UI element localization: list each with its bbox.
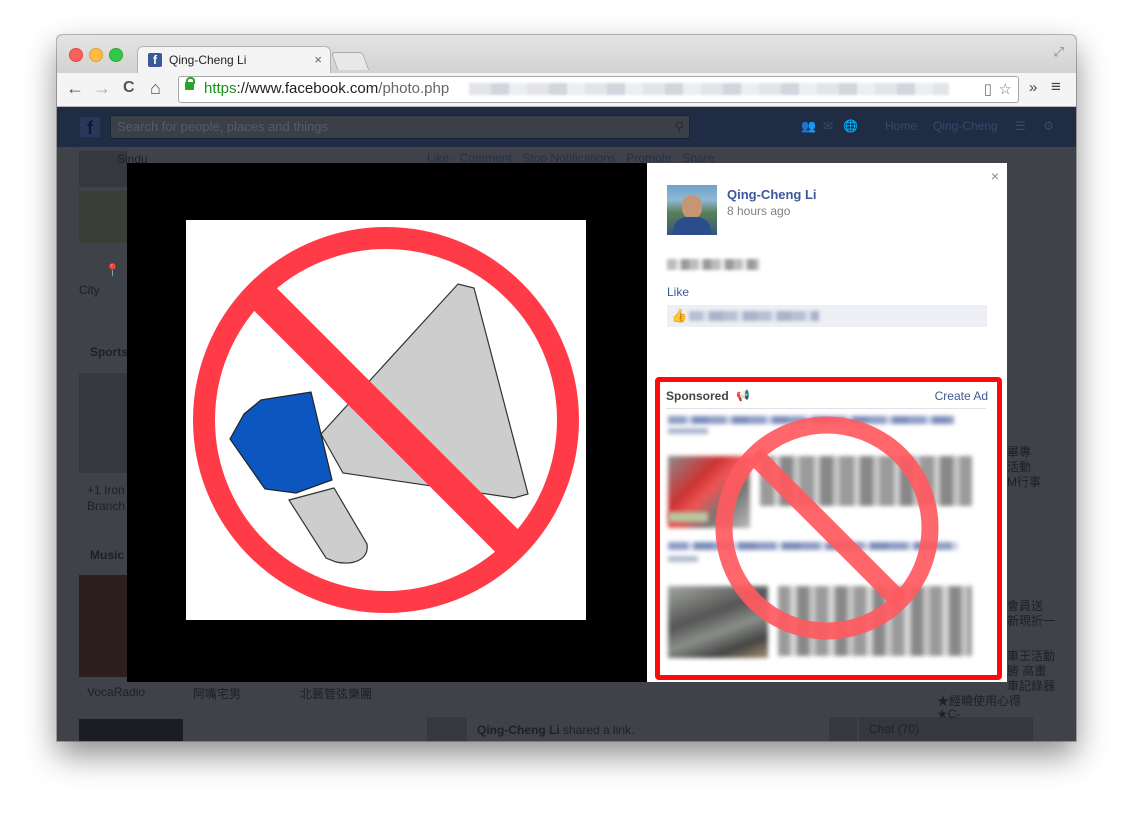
browser-toolbar: ← → C ⌂ https://www.facebook.com/photo.p… [57,73,1076,107]
close-window-button[interactable] [69,48,83,62]
lock-icon [185,77,195,90]
facebook-logo-icon[interactable]: f [80,117,100,138]
bg-avatar [427,717,467,741]
ticker-line: M行事 [1007,475,1041,489]
bg-text-branch: Branch [87,499,126,513]
ad-ban-slash [747,448,907,608]
address-bar[interactable]: https://www.facebook.com/photo.php ▯ ☆ [178,76,1019,103]
minimize-window-button[interactable] [89,48,103,62]
messages-icon[interactable]: ✉ [823,119,833,133]
tab-strip: f Qing-Cheng Li × ⤢ [57,35,1076,74]
bg-globe-button [829,717,857,741]
avatar-shirt [673,217,711,235]
sponsored-ads-highlight: Sponsored 📢 Create Ad [655,377,1002,680]
bg-music-image [79,575,127,677]
sponsored-label: Sponsored [666,389,729,403]
no-megaphone-icon [193,227,579,613]
extensions-overflow-icon[interactable]: » [1029,79,1037,96]
photo-side-panel: × Qing-Cheng Li 8 hours ago Like 👍 Spons… [647,163,1007,682]
likes-summary: 👍 [667,305,987,327]
back-icon[interactable]: ← [66,78,84,98]
url-text: https://www.facebook.com/photo.php [204,80,450,97]
megaphone-icon: 📢 [736,390,750,402]
ad-url-redacted [668,556,698,562]
chat-label: Chat (70) [869,722,920,736]
ads-divider [666,408,986,409]
settings-gear-icon[interactable]: ⚙ [1043,119,1054,133]
like-link[interactable]: Like [667,285,689,299]
nav-profile-link[interactable]: Qing-Cheng [933,119,998,133]
photo-viewer-stage[interactable] [127,163,647,682]
privacy-icon[interactable]: ☰ [1015,119,1026,133]
bg-photo-thumbnail [79,191,127,243]
bg-text-radio: VocaRadio [87,685,146,699]
megaphone-handle [288,487,368,564]
avatar-face [682,195,702,219]
redacted-likers [689,311,819,321]
post-timestamp[interactable]: 8 hours ago [727,204,790,218]
bg-bottom-image [79,719,183,741]
facebook-search-input[interactable]: Search for people, places and things ⚲ [110,115,690,139]
reader-mode-icon[interactable]: ▯ [984,80,992,98]
tab-facebook[interactable]: f Qing-Cheng Li × [137,46,331,74]
ad-ban-icon [715,416,939,640]
tab-close-icon[interactable]: × [314,52,322,67]
bg-text-sports: Sports [90,345,129,359]
megaphone-body [229,391,333,494]
no-advertising-image [186,220,586,620]
notifications-icon[interactable]: 🌐 [843,119,858,133]
ad-like-redacted [668,512,708,522]
facebook-favicon-icon: f [148,53,162,67]
ticker-line: ★C- [937,707,961,721]
thumbs-up-icon: 👍 [671,308,688,323]
redacted-url-query [469,83,949,95]
facebook-top-bar: f Search for people, places and things ⚲… [57,107,1076,147]
redacted-caption [667,259,759,270]
map-pin-icon: 📍 [105,263,120,277]
bg-text-friend3: 北藝管弦樂團 [300,687,373,701]
new-tab-button[interactable] [330,52,370,70]
bg-text-friend2: 阿嘴宅男 [193,687,242,701]
facebook-page-dimmed: f Search for people, places and things ⚲… [57,107,1076,741]
fullscreen-icon[interactable]: ⤢ [1054,44,1064,60]
nav-home-link[interactable]: Home [885,119,917,133]
bg-text-city: City [79,283,100,297]
ticker-line: 新現折一 [1007,614,1056,628]
bookmark-star-icon[interactable]: ☆ [999,80,1012,98]
browser-window: f Qing-Cheng Li × ⤢ ← → C ⌂ https://www.… [57,35,1076,741]
bg-text-music: Music [90,548,125,562]
zoom-window-button[interactable] [109,48,123,62]
bg-shared-link: Qing-Cheng Li shared a link. [477,723,635,737]
reload-icon[interactable]: C [123,78,135,98]
search-icon[interactable]: ⚲ [674,119,684,135]
close-lightbox-icon[interactable]: × [991,168,999,184]
home-icon[interactable]: ⌂ [150,78,161,98]
ad-url-redacted [668,428,708,434]
bg-text-iron: +1 Iron [87,483,125,497]
create-ad-link[interactable]: Create Ad [935,389,988,403]
chrome-menu-icon[interactable]: ≡ [1051,77,1061,97]
poster-avatar[interactable] [667,185,717,235]
poster-name-link[interactable]: Qing-Cheng Li [727,187,817,202]
friend-requests-icon[interactable]: 👥 [801,119,816,133]
forward-icon[interactable]: → [93,78,111,98]
tab-title: Qing-Cheng Li [169,53,247,67]
bg-sports-image [79,373,127,473]
search-placeholder: Search for people, places and things [117,119,329,134]
